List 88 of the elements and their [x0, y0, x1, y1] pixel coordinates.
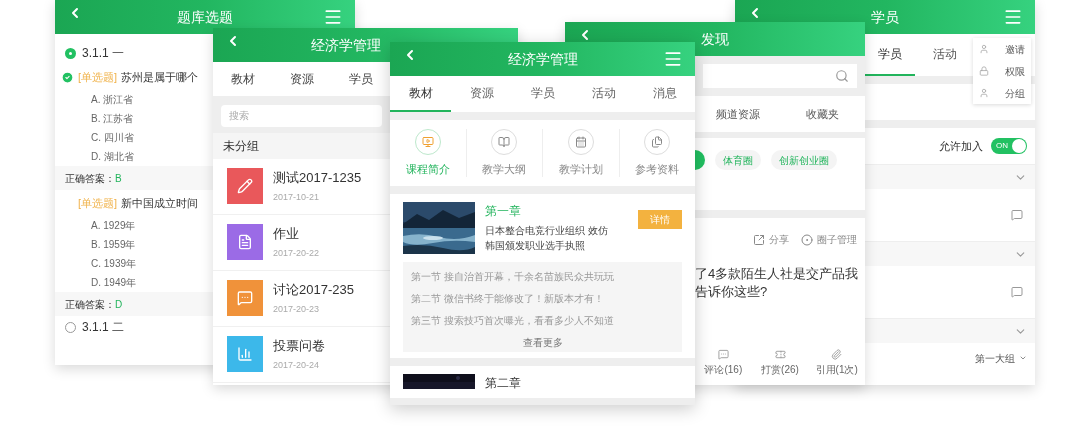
post-action-button[interactable]: 评论(16)	[695, 349, 752, 377]
section-label: 3.1.1 二	[82, 319, 125, 336]
tag-pill	[695, 150, 705, 170]
share-icon	[753, 233, 765, 246]
feature-button[interactable]: 教学计划	[542, 128, 619, 178]
section-item: 第三节 搜索技巧首次曝光，看看多少人不知道	[411, 314, 615, 328]
answer-option: D. 1949年	[55, 273, 213, 292]
chapter-title: 第二章	[485, 375, 522, 392]
post-action-button[interactable]: 打赏(26)	[751, 349, 809, 377]
resource-title: 测试2017-1235	[273, 168, 362, 187]
resource-date: 2017-20-23	[273, 303, 321, 316]
answer-option: C. 1939年	[55, 254, 213, 273]
answer-value: B	[115, 171, 122, 186]
manage-button[interactable]: 圈子管理	[801, 232, 857, 247]
window-title: 题库选题	[177, 7, 233, 27]
chapter-description: 日本整合电竞行业组织 效仿韩国颁发职业选手执照	[485, 224, 609, 253]
resource-date: 2017-10-21	[273, 191, 321, 204]
menu-item[interactable]: 权限	[973, 60, 1031, 82]
group-header[interactable]	[865, 319, 1035, 343]
caret-icon	[1019, 354, 1027, 362]
window-title: 学员	[871, 7, 899, 27]
answer-option: A. 浙江省	[55, 90, 213, 109]
channel-link[interactable]: 收藏夹	[780, 105, 865, 123]
tab[interactable]: 消息	[634, 76, 695, 112]
post-action-button[interactable]: 引用(1次)	[808, 349, 865, 377]
resource-date: 2017-20-24	[273, 359, 321, 372]
resource-date: 2017-20-22	[273, 247, 320, 260]
tab[interactable]: 资源	[451, 76, 512, 112]
channel-link[interactable]: 频道资源	[695, 105, 780, 123]
tab[interactable]: 教材	[213, 62, 272, 96]
search-field[interactable]	[703, 64, 857, 88]
search-field[interactable]: 搜索	[221, 104, 382, 127]
chapter-title: 第一章	[485, 203, 522, 220]
question-text: 苏州是属于哪个	[121, 69, 199, 85]
answer-option: A. 1929年	[55, 216, 213, 235]
window-title: 发现	[701, 29, 729, 49]
ticket-icon	[774, 349, 786, 360]
tab[interactable]: 学员	[331, 62, 390, 96]
window-title: 经济学管理	[311, 35, 381, 55]
resource-title: 作业	[273, 224, 300, 243]
chat-icon	[1011, 209, 1023, 221]
tab[interactable]: 资源	[272, 62, 331, 96]
search-icon	[835, 69, 849, 83]
resource-title: 投票问卷	[273, 336, 325, 355]
post-text-line: 告诉你这些?	[695, 283, 769, 301]
document-icon	[237, 234, 253, 250]
menu-button[interactable]	[663, 49, 683, 69]
resource-title: 讨论2017-235	[273, 280, 354, 299]
chat-icon	[237, 290, 253, 306]
question-tag: [单选题]	[78, 194, 118, 212]
post-text-line: 了4多款陌生人社是交产品我	[695, 265, 860, 283]
share-button[interactable]: 分享	[753, 232, 789, 247]
group-header[interactable]	[865, 165, 1035, 189]
answer-option: D. 湖北省	[55, 147, 213, 166]
tab[interactable]: 学员	[512, 76, 573, 112]
user-icon	[979, 44, 989, 54]
answer-option: C. 四川省	[55, 128, 213, 147]
group-label: 未分组	[213, 132, 390, 159]
tab[interactable]: 活动	[573, 76, 634, 112]
chart-icon	[237, 346, 253, 362]
group-select[interactable]: 第一大组	[975, 351, 1027, 365]
paperclip-icon	[831, 349, 843, 360]
lock-icon	[979, 66, 989, 76]
menu-button[interactable]	[323, 7, 343, 27]
answer-option: B. 江苏省	[55, 109, 213, 128]
group-header[interactable]	[865, 242, 1035, 266]
question-text: 新中国成立时间	[121, 195, 199, 211]
comment-icon	[717, 349, 729, 360]
pencil-icon	[237, 178, 253, 194]
menu-item[interactable]: 邀请	[973, 38, 1031, 60]
allow-join-label: 允许加入	[939, 138, 983, 154]
window-title: 经济学管理	[507, 49, 578, 69]
section-item: 第二节 微信书终于能修改了！新版本才有！	[411, 292, 605, 306]
answer-option: B. 1959年	[55, 235, 213, 254]
more-link[interactable]: 查看更多	[411, 332, 674, 352]
user-icon	[979, 88, 989, 98]
answer-label: 正确答案：	[65, 171, 115, 186]
question-tag: [单选题]	[78, 68, 118, 86]
answer-value: D	[115, 297, 123, 312]
tab[interactable]: 教材	[390, 76, 451, 112]
circle-icon	[801, 233, 813, 246]
answer-label: 正确答案：	[65, 297, 115, 312]
section-label: 3.1.1 一	[82, 45, 125, 62]
tab[interactable]: 学员	[865, 34, 915, 76]
tab[interactable]: 活动	[915, 34, 975, 76]
feature-button[interactable]: 教学大纲	[465, 128, 542, 178]
chat-icon	[1011, 286, 1023, 298]
menu-button[interactable]	[1003, 7, 1023, 27]
